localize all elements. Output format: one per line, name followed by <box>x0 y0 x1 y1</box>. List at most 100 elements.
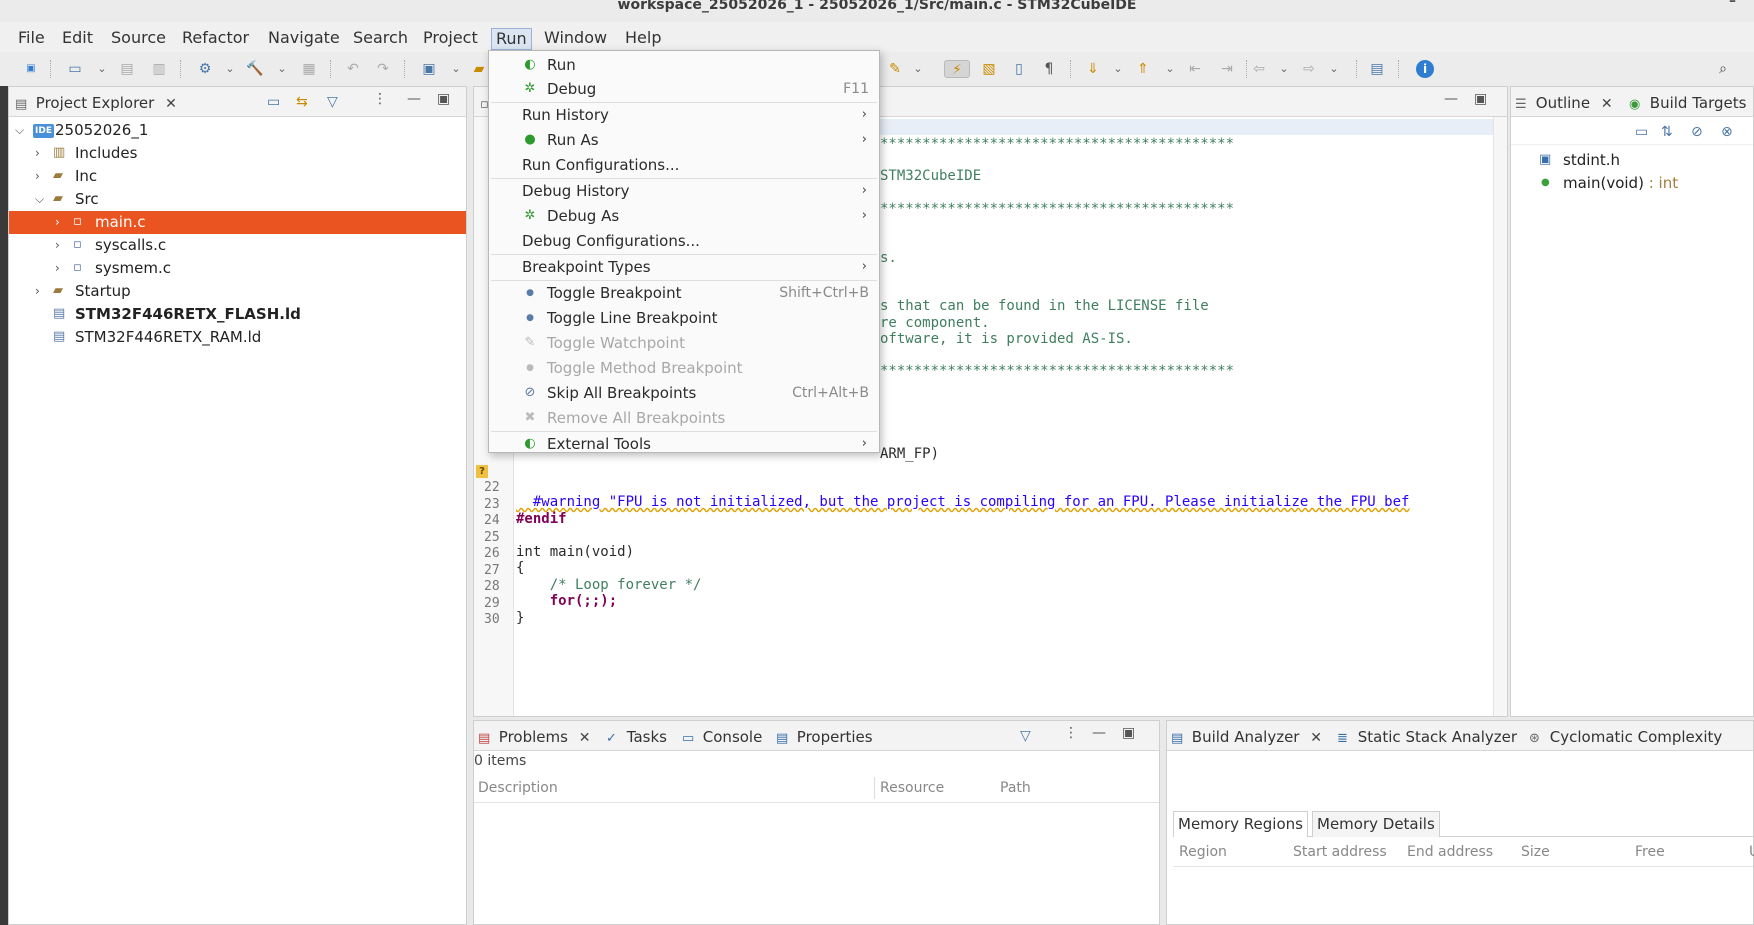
previous-annotation-icon[interactable]: ⇑ <box>1134 60 1152 78</box>
menu-help[interactable]: Help <box>621 28 665 50</box>
chevron-right-icon[interactable]: › <box>35 165 40 187</box>
tree-item-startup[interactable]: › ▰ Startup <box>9 280 466 303</box>
menu-item-run-history[interactable]: Run History › <box>489 103 879 127</box>
build-all-icon[interactable]: ▦ <box>300 60 318 78</box>
code-line-27[interactable]: 27 /* Loop forever */ <box>474 548 701 593</box>
chevron-down-icon[interactable]: ⌄ <box>1164 60 1176 78</box>
project-explorer-tab[interactable]: ▤ Project Explorer ✕ <box>15 91 177 117</box>
menu-edit[interactable]: Edit <box>58 28 97 50</box>
info-icon[interactable]: i <box>1416 60 1434 78</box>
sort-icon[interactable]: ⇅ <box>1661 124 1673 140</box>
menu-file[interactable]: File <box>14 28 49 50</box>
tree-item-src[interactable]: ⌵ ▰ Src <box>9 188 466 211</box>
chevron-down-icon[interactable]: ⌄ <box>96 60 108 78</box>
build-hammer-icon[interactable]: 🔨 <box>246 60 264 78</box>
tree-item-project[interactable]: ⌵ IDE 25052026_1 <box>9 119 466 142</box>
menu-item-toggle-watchpoint[interactable]: ✎ Toggle Watchpoint <box>489 331 879 355</box>
minimize-icon[interactable]: — <box>407 91 421 107</box>
menu-item-toggle-line-breakpoint[interactable]: ● Toggle Line Breakpoint <box>489 306 879 330</box>
code-line-24[interactable]: 24 <box>474 498 508 528</box>
tree-item-syscalls-c[interactable]: › ▫ syscalls.c <box>9 234 466 257</box>
chevron-right-icon[interactable]: › <box>55 234 60 256</box>
menu-item-toggle-breakpoint[interactable]: ● Toggle Breakpoint Shift+Ctrl+B <box>489 281 879 305</box>
chevron-right-icon[interactable]: › <box>55 211 60 233</box>
maximize-icon[interactable]: ▣ <box>1474 91 1487 107</box>
view-menu-icon[interactable]: ⋮ <box>1064 725 1078 741</box>
column-header-used[interactable]: U <box>1749 837 1754 867</box>
overview-ruler[interactable] <box>1493 117 1507 716</box>
code-fragment[interactable]: ARM_FP) <box>880 447 939 462</box>
chevron-down-icon[interactable]: ⌄ <box>1278 60 1290 78</box>
menu-item-run-as[interactable]: ● Run As › <box>489 128 879 152</box>
close-icon[interactable]: ✕ <box>1601 96 1613 112</box>
save-all-icon[interactable]: ▥ <box>150 60 168 78</box>
link-with-editor-icon[interactable]: ⇆ <box>296 94 308 110</box>
column-header-path[interactable]: Path <box>1000 773 1031 803</box>
highlight-icon[interactable]: ✎ <box>886 60 904 78</box>
tree-item-inc[interactable]: › ▰ Inc <box>9 165 466 188</box>
filter-icon[interactable]: ▽ <box>327 94 338 110</box>
close-icon[interactable]: ✕ <box>579 730 591 746</box>
menu-navigate[interactable]: Navigate <box>264 28 344 50</box>
menu-item-external-tools[interactable]: ◐ External Tools › <box>489 432 879 456</box>
column-header-end-address[interactable]: End address <box>1407 837 1493 867</box>
cyclomatic-complexity-tab[interactable]: ⊛ Cyclomatic Complexity <box>1529 725 1722 751</box>
last-edit-icon[interactable]: ⇤ <box>1186 60 1204 78</box>
build-analyzer-tab[interactable]: ▤ Build Analyzer ✕ <box>1171 725 1322 751</box>
menu-item-run-configurations[interactable]: Run Configurations... <box>489 153 879 177</box>
code-fragment[interactable]: ****************************************… <box>880 202 1234 217</box>
code-line-29[interactable]: 29 } <box>474 581 524 626</box>
tree-item-main-c[interactable]: › ▫ main.c <box>9 211 466 234</box>
code-fragment[interactable]: ****************************************… <box>880 364 1234 379</box>
column-header-size[interactable]: Size <box>1521 837 1550 867</box>
chevron-down-icon[interactable]: ⌄ <box>224 60 236 78</box>
open-perspective-icon[interactable]: ▤ <box>1368 60 1386 78</box>
chevron-down-icon[interactable]: ⌵ <box>35 188 44 210</box>
hide-fields-icon[interactable]: ⊘ <box>1691 124 1703 140</box>
code-fragment[interactable]: STM32CubeIDE <box>880 169 981 184</box>
code-text[interactable]: for(;;); <box>516 594 617 609</box>
code-fragment[interactable]: s that can be found in the LICENSE file <box>880 299 1209 314</box>
outline-item-main[interactable]: ● main(void) : int <box>1511 172 1753 195</box>
column-header-free[interactable]: Free <box>1635 837 1665 867</box>
code-fragment[interactable]: s. <box>880 251 897 266</box>
block-selection-icon[interactable]: ▧ <box>980 60 998 78</box>
menu-item-debug-configurations[interactable]: Debug Configurations... <box>489 229 879 253</box>
open-folder-icon[interactable]: ▰ <box>470 60 488 78</box>
ide-icon[interactable]: ▣ <box>22 60 40 78</box>
collapse-all-icon[interactable]: ▭ <box>1635 124 1648 140</box>
toggle-icon[interactable]: ▯ <box>1010 60 1028 78</box>
code-text[interactable]: /* Loop forever */ <box>516 578 702 593</box>
code-text[interactable]: #warning "FPU is not initialized, but th… <box>516 495 1410 510</box>
chevron-down-icon[interactable]: ⌄ <box>276 60 288 78</box>
outline-tab[interactable]: ☰ Outline ✕ <box>1515 91 1613 117</box>
menu-window[interactable]: Window <box>540 28 611 50</box>
back-icon[interactable]: ⇦ <box>1250 60 1268 78</box>
tree-item-ram-ld[interactable]: ▤ STM32F446RETX_RAM.ld <box>9 326 466 349</box>
save-icon[interactable]: ▤ <box>118 60 136 78</box>
column-header-region[interactable]: Region <box>1179 837 1227 867</box>
hide-static-icon[interactable]: ⊗ <box>1721 124 1733 140</box>
column-header-start-address[interactable]: Start address <box>1293 837 1387 867</box>
redo-icon[interactable]: ↷ <box>374 60 392 78</box>
maximize-icon[interactable]: ▣ <box>437 91 450 107</box>
menu-project[interactable]: Project <box>419 28 482 50</box>
chevron-right-icon[interactable]: › <box>35 280 40 302</box>
code-fragment[interactable]: re component. <box>880 316 990 331</box>
chevron-down-icon[interactable]: ⌵ <box>15 119 24 141</box>
code-line-28[interactable]: 28 for(;;); <box>474 564 617 609</box>
code-line-26[interactable]: 26 { <box>474 531 524 576</box>
forward-icon[interactable]: ⇨ <box>1300 60 1318 78</box>
chevron-right-icon[interactable]: › <box>55 257 60 279</box>
menu-item-breakpoint-types[interactable]: Breakpoint Types › <box>489 255 879 279</box>
chevron-down-icon[interactable]: ⌄ <box>450 60 462 78</box>
column-header-resource[interactable]: Resource <box>880 773 944 803</box>
console-tab[interactable]: ▭ Console <box>682 725 762 751</box>
chevron-right-icon[interactable]: › <box>35 142 40 164</box>
menu-item-toggle-method-breakpoint[interactable]: ● Toggle Method Breakpoint <box>489 356 879 380</box>
problems-tab[interactable]: ▤ Problems ✕ <box>478 725 590 751</box>
minimize-window-button[interactable]: – <box>1729 0 1736 8</box>
code-line-23[interactable]: 23 #endif <box>474 482 567 527</box>
tasks-tab[interactable]: ✓ Tasks <box>606 725 667 751</box>
code-text[interactable]: { <box>516 561 524 576</box>
